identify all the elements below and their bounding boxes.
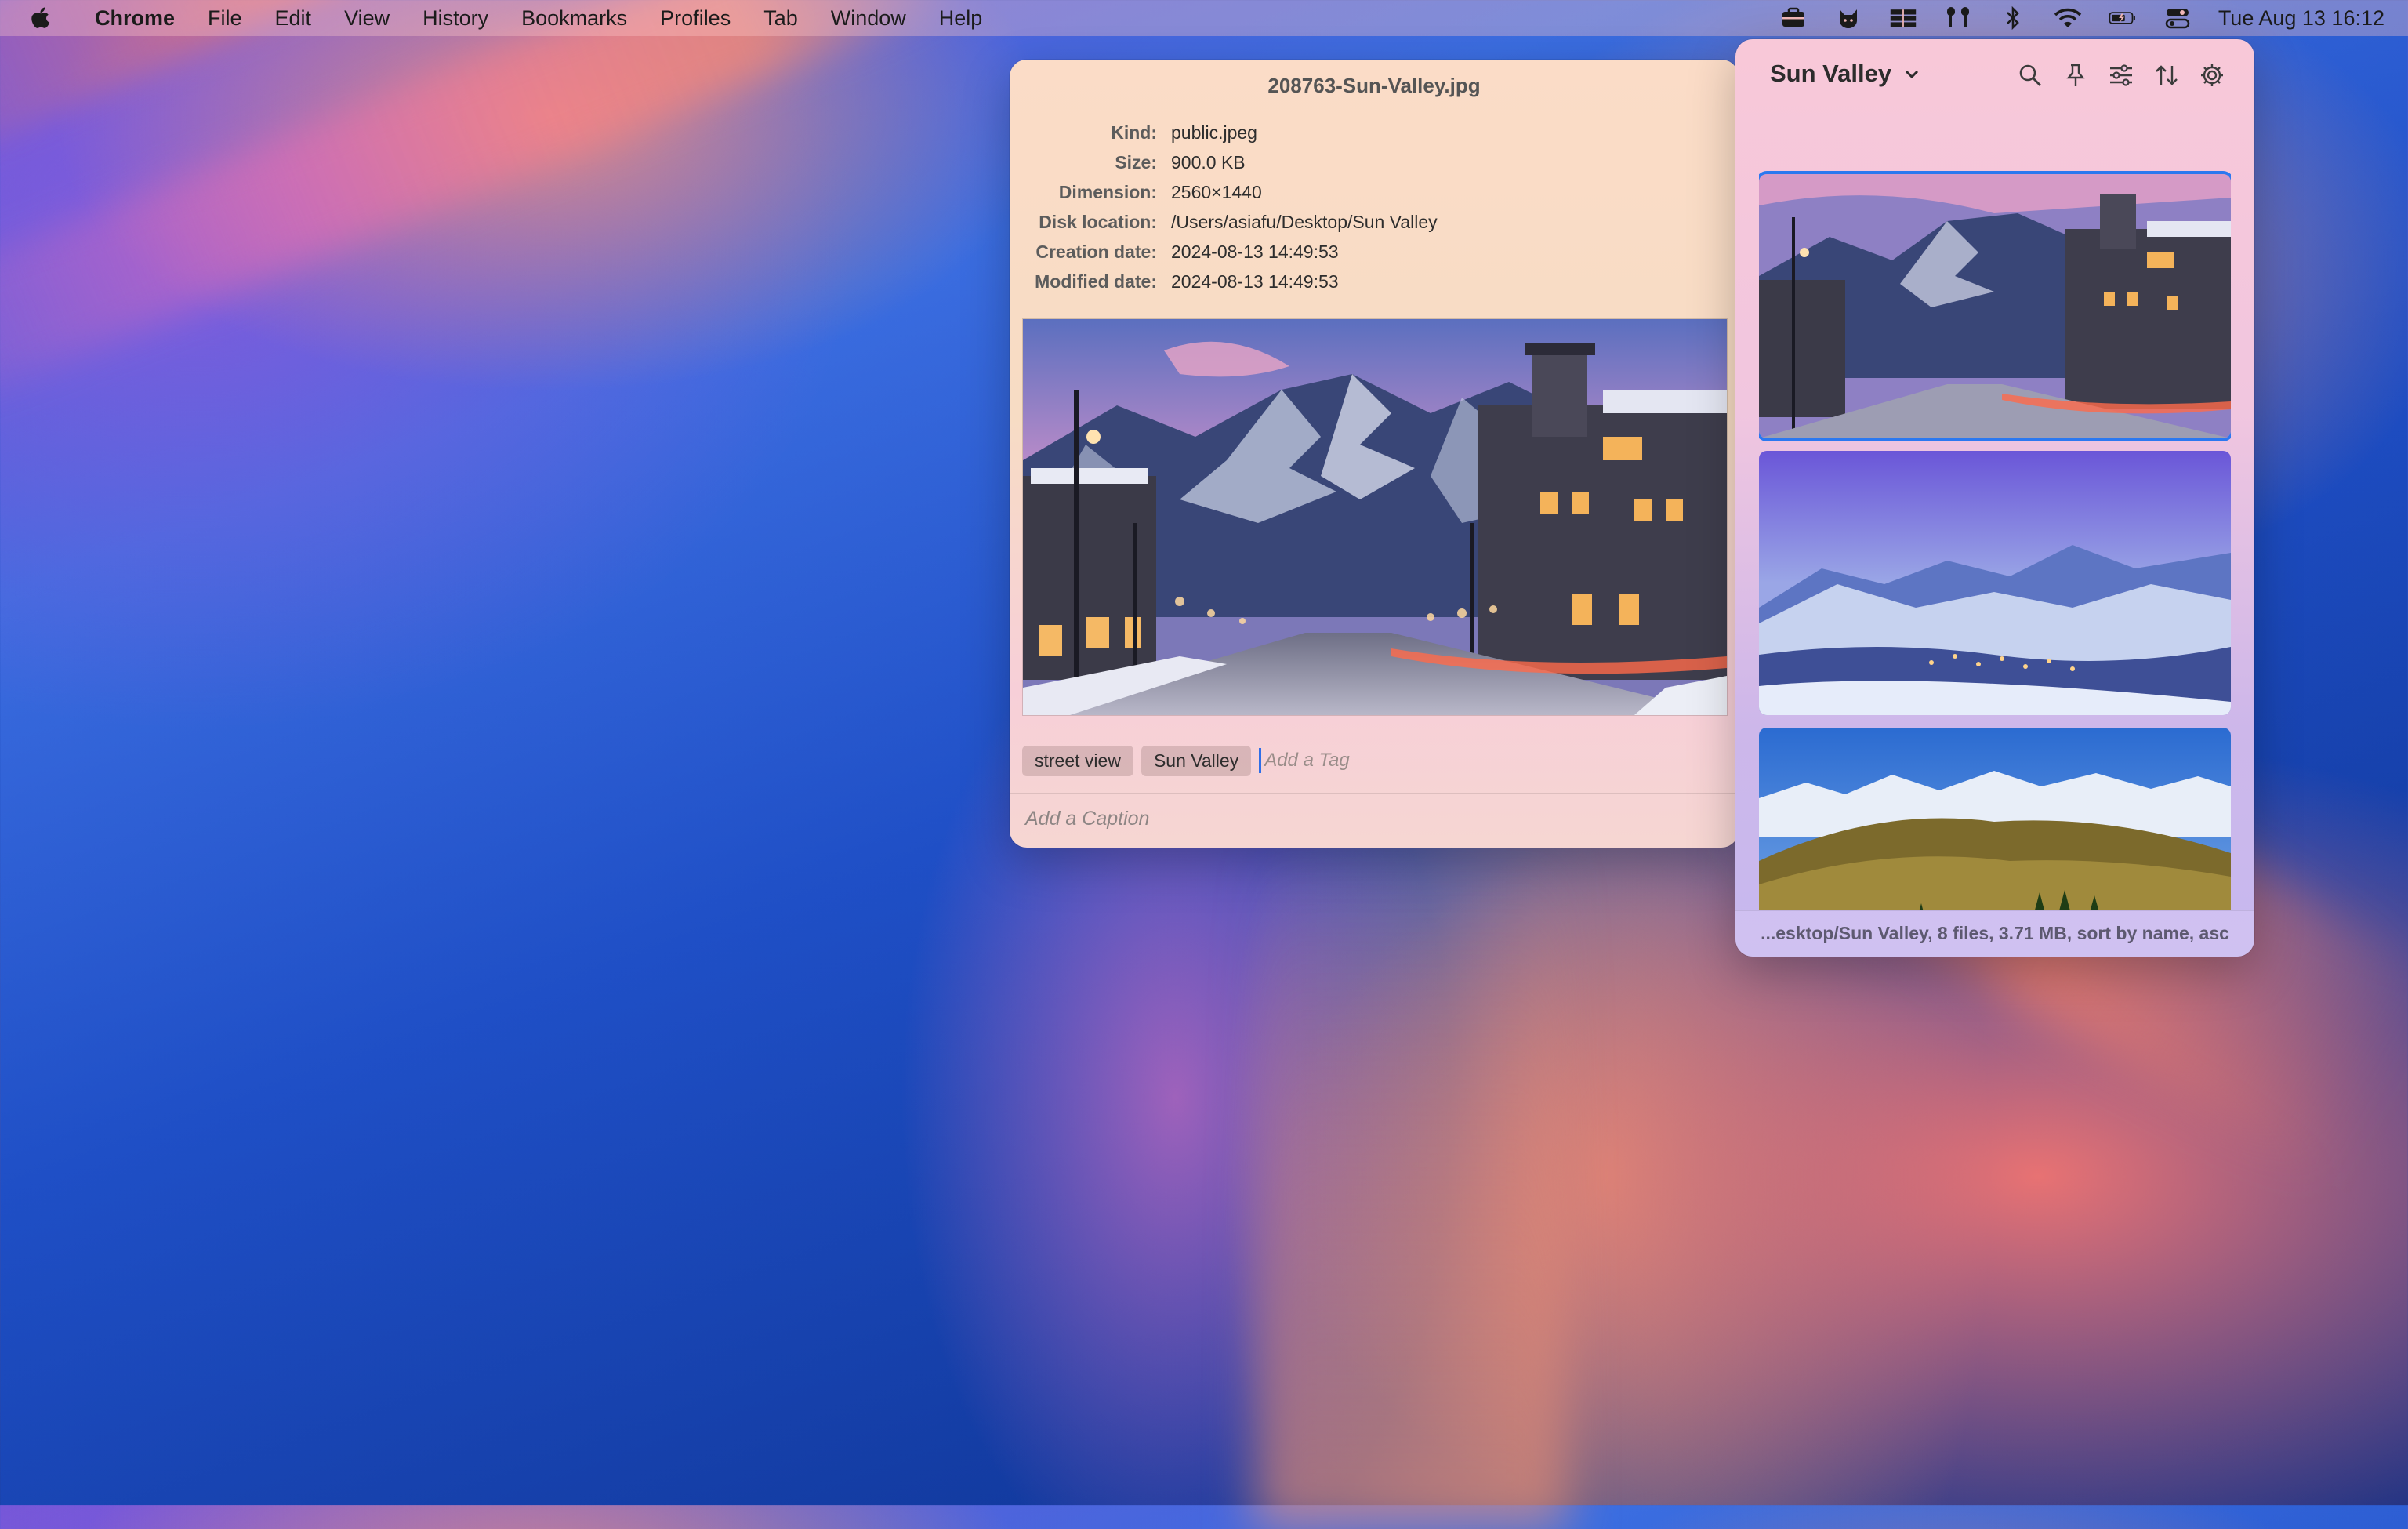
file-name-title: 208763-Sun-Valley.jpg xyxy=(1267,74,1481,97)
sort-icon[interactable] xyxy=(2152,61,2181,89)
thumbnail-list xyxy=(1759,133,2231,910)
toolbox-icon[interactable] xyxy=(1779,6,1808,30)
property-key: Kind: xyxy=(1111,122,1157,143)
menu-window[interactable]: Window xyxy=(814,0,923,36)
property-key: Disk location: xyxy=(1039,211,1157,232)
menu-history[interactable]: History xyxy=(406,0,505,36)
menu-bookmarks[interactable]: Bookmarks xyxy=(505,0,644,36)
property-value: 900.0 KB xyxy=(1171,151,1246,173)
panel-toolbar xyxy=(1999,61,2226,89)
thumbnail-item[interactable] xyxy=(1759,451,2231,715)
property-key: Modified date: xyxy=(1035,271,1157,292)
property-value: public.jpeg xyxy=(1171,122,1257,143)
battery-icon[interactable] xyxy=(2109,6,2137,30)
property-key: Size: xyxy=(1115,151,1157,173)
menu-bar: Chrome File Edit View History Bookmarks … xyxy=(0,0,2408,36)
caption-input[interactable]: Add a Caption xyxy=(1025,808,1149,830)
property-value: 2560×1440 xyxy=(1171,181,1262,202)
property-row: Modified date: 2024-08-13 14:49:53 xyxy=(1010,267,1739,296)
tags-row: street view Sun Valley Add a Tag xyxy=(1010,728,1739,794)
property-row: Dimension: 2560×1440 xyxy=(1010,177,1739,207)
folder-selector[interactable]: Sun Valley xyxy=(1770,60,1921,88)
property-row: Creation date: 2024-08-13 14:49:53 xyxy=(1010,237,1739,267)
tag-chip[interactable]: street view xyxy=(1022,745,1133,776)
control-center-icon[interactable] xyxy=(2163,6,2192,30)
apple-icon[interactable] xyxy=(30,5,53,31)
browser-panel: Sun Valley ...esktop/Sun Valley, 8 files… xyxy=(1735,39,2254,957)
image-preview xyxy=(1022,318,1728,716)
property-row: Size: 900.0 KB xyxy=(1010,147,1739,177)
folder-name: Sun Valley xyxy=(1770,60,1892,87)
file-properties: Kind: public.jpeg Size: 900.0 KB Dimension… xyxy=(1010,118,1739,296)
tag-input[interactable]: Add a Tag xyxy=(1259,748,1350,773)
property-value: 2024-08-13 14:49:53 xyxy=(1171,241,1339,262)
menu-help[interactable]: Help xyxy=(923,0,999,36)
property-row: Disk location: /Users/asiafu/Desktop/Sun … xyxy=(1010,207,1739,237)
property-value: 2024-08-13 14:49:53 xyxy=(1171,271,1339,292)
wifi-icon[interactable] xyxy=(2054,6,2082,30)
chevron-down-icon xyxy=(1906,70,1919,79)
property-value: /Users/asiafu/Desktop/Sun Valley xyxy=(1171,211,1438,232)
menu-file[interactable]: File xyxy=(191,0,259,36)
menu-profiles[interactable]: Profiles xyxy=(644,0,747,36)
panel-status-bar: ...esktop/Sun Valley, 8 files, 3.71 MB, … xyxy=(1735,910,2254,957)
menu-edit[interactable]: Edit xyxy=(259,0,328,36)
filter-icon[interactable] xyxy=(2107,61,2135,89)
gear-icon[interactable] xyxy=(2198,61,2226,89)
search-icon[interactable] xyxy=(2016,61,2044,89)
property-key: Creation date: xyxy=(1035,241,1157,262)
stack-icon[interactable] xyxy=(1889,6,1917,30)
thumbnail-item[interactable] xyxy=(1759,174,2231,438)
menu-clock[interactable]: Tue Aug 13 16:12 xyxy=(2218,6,2384,31)
property-key: Dimension: xyxy=(1058,181,1157,202)
menu-app-name[interactable]: Chrome xyxy=(78,0,191,36)
menu-tab[interactable]: Tab xyxy=(747,0,814,36)
tag-chip[interactable]: Sun Valley xyxy=(1141,745,1252,776)
property-row: Kind: public.jpeg xyxy=(1010,118,1739,147)
pin-icon[interactable] xyxy=(2062,61,2090,89)
menu-view[interactable]: View xyxy=(328,0,406,36)
cat-icon[interactable] xyxy=(1834,6,1862,30)
file-info-popover: 208763-Sun-Valley.jpg Kind: public.jpeg S… xyxy=(1010,60,1739,848)
airpods-icon[interactable] xyxy=(1944,6,1972,30)
bluetooth-icon[interactable] xyxy=(1999,6,2027,30)
thumbnail-item[interactable] xyxy=(1759,728,2231,910)
